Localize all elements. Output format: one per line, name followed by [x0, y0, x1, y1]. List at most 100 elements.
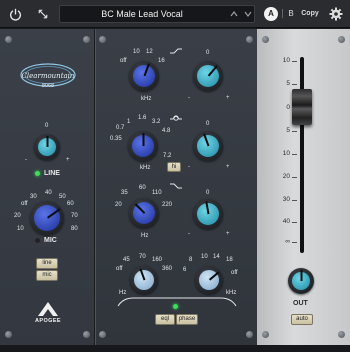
mic-scale-10: 10 [17, 226, 24, 232]
screw [338, 36, 345, 43]
chevron-up-icon[interactable] [226, 6, 241, 22]
hp-scale-70: 70 [139, 254, 146, 260]
line-gain-knob[interactable] [34, 134, 60, 160]
chevron-down-icon[interactable] [240, 6, 255, 22]
gear-icon[interactable] [328, 6, 344, 22]
lp-scale-6: 6 [183, 267, 187, 273]
lowpass-filter-knob[interactable] [195, 266, 223, 294]
copy-button[interactable]: Copy [298, 6, 322, 22]
compare-a-button[interactable]: A [264, 7, 278, 21]
hp-unit: Hz [119, 290, 127, 296]
mic-select-button[interactable]: mic [36, 270, 58, 281]
mic-label: MIC [44, 237, 57, 244]
fader-scale-10b: 10 [282, 150, 290, 157]
screw [262, 331, 269, 338]
highpass-filter-knob[interactable] [130, 266, 158, 294]
band3-scale-35: 35 [121, 190, 128, 196]
output-fader-handle[interactable] [292, 89, 312, 125]
high-shelf-icon [170, 48, 182, 54]
hp-scale-360: 360 [162, 266, 173, 272]
band1-gain-0: 0 [206, 50, 210, 56]
band2-scale-7-2: 7.2 [163, 153, 172, 159]
screw [5, 36, 12, 43]
band1-scale-10: 10 [133, 49, 140, 55]
expand-icon[interactable] [33, 4, 53, 24]
line-scale-plus: + [66, 157, 70, 163]
band1-gain-knob[interactable] [193, 61, 223, 91]
band3-unit: Hz [141, 233, 149, 239]
lp-scale-18: 18 [226, 257, 233, 263]
lp-scale-8: 8 [189, 257, 193, 263]
screw [99, 36, 106, 43]
screw [338, 331, 345, 338]
fader-tick [292, 84, 297, 85]
band3-gain-knob[interactable] [193, 199, 223, 229]
preset-selector[interactable]: BC Male Lead Vocal [59, 5, 255, 23]
phase-button[interactable]: phase [176, 314, 198, 325]
band3-gain-minus: - [188, 231, 190, 237]
band3-gain-plus: + [226, 231, 230, 237]
band2-gain-minus: - [188, 164, 190, 170]
band3-scale-20: 20 [115, 202, 122, 208]
apogee-logo-icon [38, 302, 58, 316]
lp-scale-10: 10 [201, 254, 208, 260]
mic-scale-50: 50 [59, 194, 66, 200]
screw [246, 331, 253, 338]
mic-scale-80: 80 [71, 226, 78, 232]
fader-scale-10: 10 [282, 57, 290, 64]
mic-scale-70: 70 [71, 213, 78, 219]
compare-b-button[interactable]: B [286, 7, 296, 21]
band3-scale-110: 110 [152, 190, 162, 196]
preset-name[interactable]: BC Male Lead Vocal [60, 6, 224, 22]
fader-tick [292, 154, 297, 155]
band2-gain-plus: + [226, 164, 230, 170]
fader-tick [292, 61, 297, 62]
auto-button[interactable]: auto [291, 314, 313, 325]
filter-led [173, 304, 178, 309]
band3-freq-knob[interactable] [129, 198, 159, 228]
band1-unit: kHz [141, 96, 152, 102]
band3-scale-60: 60 [139, 185, 146, 191]
power-icon[interactable] [5, 4, 25, 24]
band2-scale-1-6: 1.6 [138, 115, 147, 121]
bottom-strip [0, 345, 350, 352]
band2-freq-knob[interactable] [128, 131, 158, 161]
mic-scale-20: 20 [14, 213, 21, 219]
low-shelf-icon [170, 183, 182, 189]
compare-separator: | [281, 9, 285, 19]
eql-button[interactable]: eql [155, 314, 175, 325]
brand-label: APOGEE [35, 318, 61, 324]
fader-tick [292, 242, 297, 243]
output-trim-knob[interactable] [288, 268, 314, 294]
line-label: LINE [44, 170, 60, 177]
fader-scale-5: 5 [286, 80, 290, 87]
mic-scale-40: 40 [45, 190, 52, 196]
band2-hi-button[interactable]: hi [167, 162, 181, 172]
band2-scale-0-35: 0.35 [110, 136, 122, 142]
line-select-button[interactable]: line [36, 258, 58, 269]
screw [83, 36, 90, 43]
screw [246, 36, 253, 43]
band2-gain-0: 0 [206, 121, 210, 127]
line-led [35, 171, 40, 176]
fader-scale-5b: 5 [286, 127, 290, 134]
band1-freq-knob[interactable] [129, 61, 159, 91]
fader-scale-0: 0 [286, 104, 290, 111]
top-toolbar: BC Male Lead Vocal A | B Copy [0, 0, 350, 28]
fader-scale-30: 30 [282, 196, 290, 203]
fader-scale-inf: ∞ [285, 238, 290, 245]
line-scale-0: 0 [45, 123, 49, 129]
hp-scale-45: 45 [123, 257, 130, 263]
fader-track[interactable] [300, 57, 304, 253]
mic-scale-off: off [21, 201, 28, 207]
band2-gain-knob[interactable] [193, 131, 223, 161]
band1-gain-minus: - [188, 95, 190, 101]
mic-led [35, 238, 40, 243]
hp-scale-160: 160 [152, 257, 163, 263]
band1-scale-12: 12 [146, 49, 153, 55]
hp-scale-off: off [116, 266, 123, 272]
screw [5, 331, 12, 338]
mic-gain-knob[interactable] [30, 201, 64, 235]
band1-scale-off: off [120, 58, 127, 64]
screw [83, 331, 90, 338]
